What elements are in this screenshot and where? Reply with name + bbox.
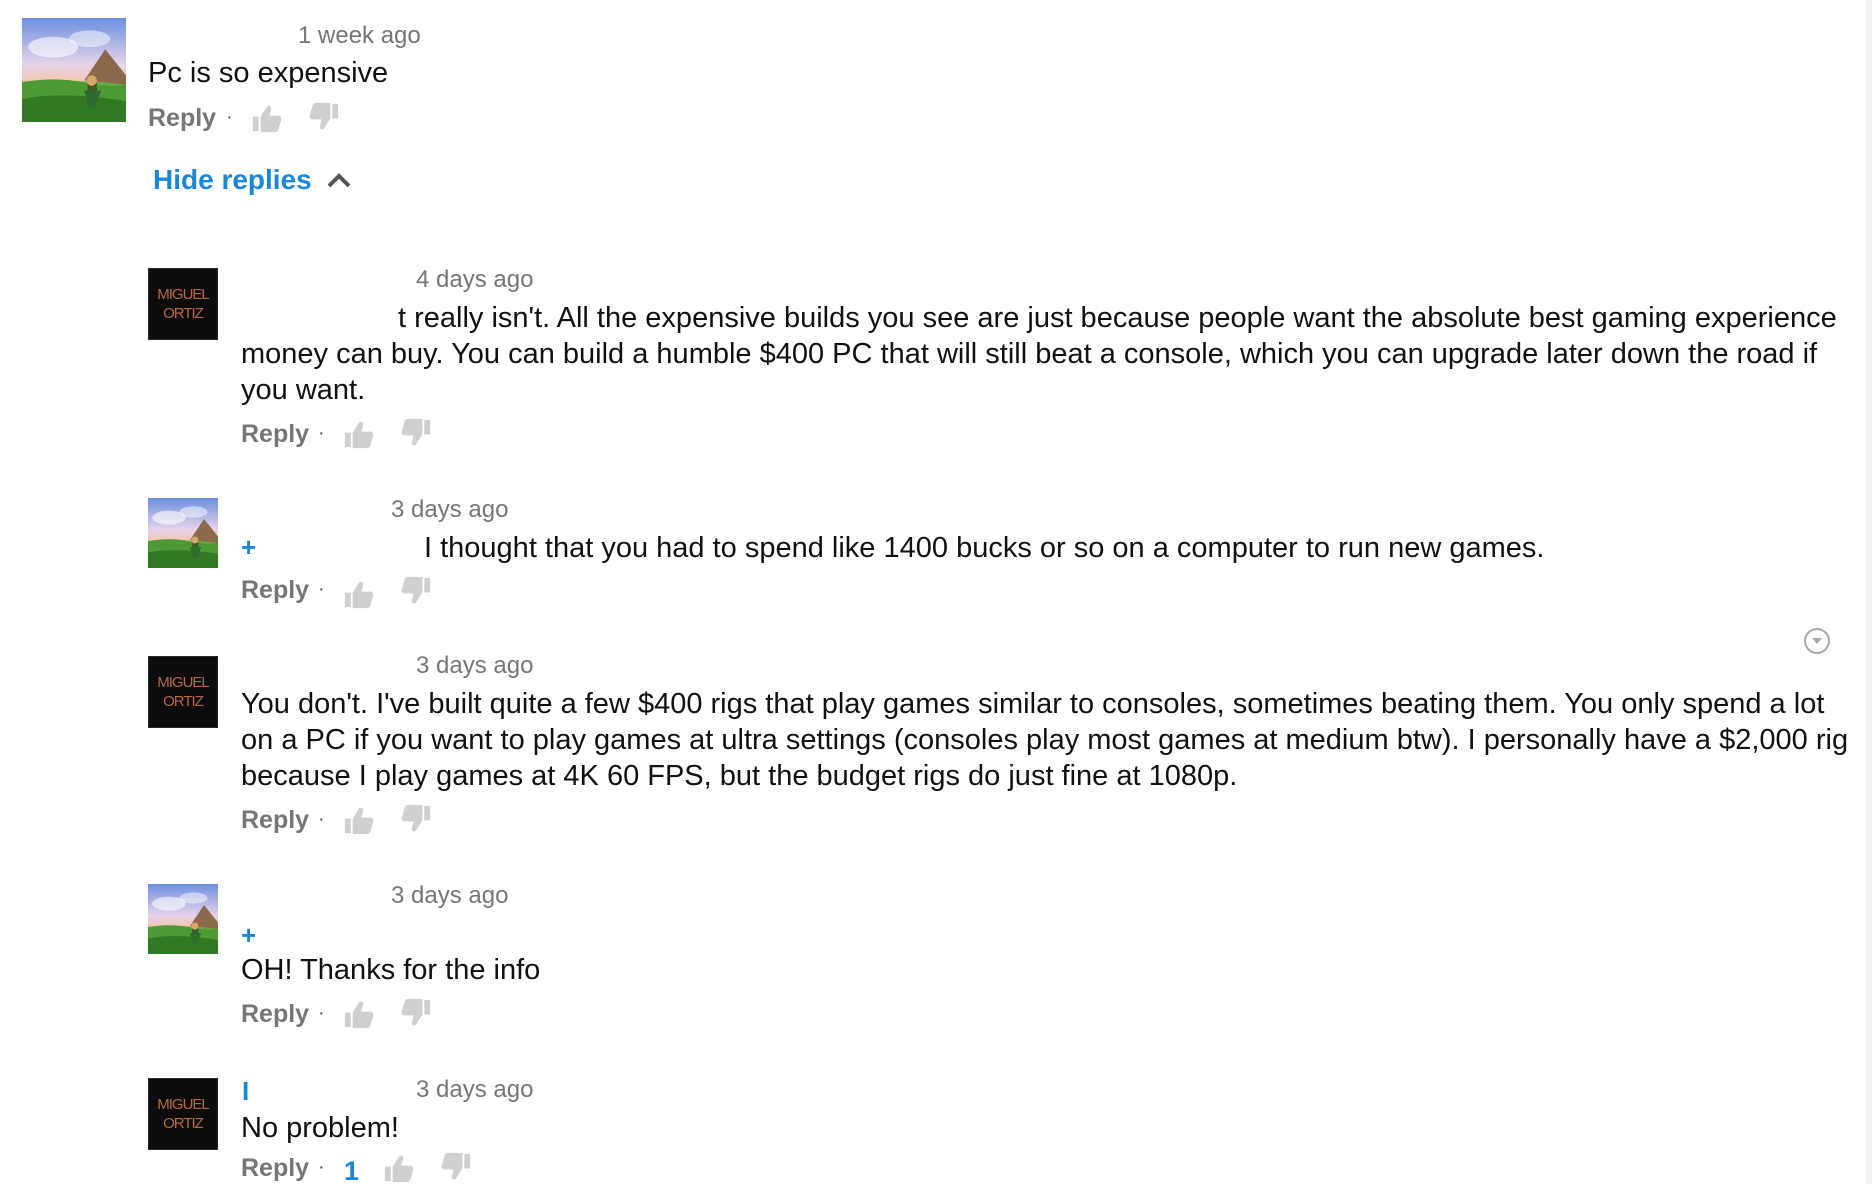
thumbs-up-icon[interactable] xyxy=(250,102,284,136)
comment-timestamp[interactable]: 3 days ago xyxy=(416,1076,533,1104)
thumbs-down-icon[interactable] xyxy=(400,996,434,1030)
avatar[interactable] xyxy=(148,498,218,568)
comment-menu-icon[interactable] xyxy=(1804,628,1830,654)
reply-button[interactable]: Reply xyxy=(241,1154,309,1183)
mention-link[interactable]: + xyxy=(241,920,256,951)
avatar-text: ORTIZ xyxy=(163,693,204,710)
thumbs-up-icon[interactable] xyxy=(382,1152,416,1186)
comment-text: t really isn't. All the expensive builds… xyxy=(398,302,1837,334)
separator-dot: · xyxy=(318,1156,325,1178)
comment-text: Pc is so expensive xyxy=(148,57,389,89)
reply-button[interactable]: Reply xyxy=(241,420,309,449)
reply-button[interactable]: Reply xyxy=(241,806,309,835)
hide-replies-label: Hide replies xyxy=(153,164,312,195)
avatar[interactable] xyxy=(148,884,218,954)
separator-dot: · xyxy=(318,808,325,830)
comment-text: You don't. I've built quite a few $400 r… xyxy=(241,688,1825,720)
avatar-text: MIGUEL xyxy=(157,1096,210,1113)
comment-text: you want. xyxy=(241,374,366,406)
separator-dot: · xyxy=(318,1002,325,1024)
reply-button[interactable]: Reply xyxy=(241,576,309,605)
reply-button[interactable]: Reply xyxy=(241,1000,309,1029)
comment-timestamp[interactable]: 3 days ago xyxy=(391,882,508,910)
thumbs-down-icon[interactable] xyxy=(308,100,342,134)
avatar-text: MIGUEL xyxy=(157,286,210,303)
scrollbar[interactable] xyxy=(1866,0,1872,1184)
comment-text: on a PC if you want to play games at ult… xyxy=(241,724,1849,756)
separator-dot: · xyxy=(226,106,233,128)
comment-timestamp[interactable]: 3 days ago xyxy=(416,652,533,680)
separator-dot: · xyxy=(318,578,325,600)
chevron-up-icon xyxy=(327,173,351,188)
comment-text: No problem! xyxy=(241,1112,399,1144)
thumbs-up-icon[interactable] xyxy=(342,418,376,452)
thumbs-up-icon[interactable] xyxy=(342,578,376,612)
avatar[interactable]: MIGUEL ORTIZ xyxy=(148,1078,218,1150)
avatar[interactable]: MIGUEL ORTIZ xyxy=(148,656,218,728)
avatar-text: MIGUEL xyxy=(157,674,210,691)
mention-link[interactable]: I xyxy=(242,1076,249,1107)
chevron-down-icon xyxy=(1812,638,1822,644)
like-count: 1 xyxy=(344,1156,360,1186)
mention-link[interactable]: + xyxy=(241,532,256,563)
thumbs-down-icon[interactable] xyxy=(440,1150,474,1184)
comment-text: money can buy. You can build a humble $4… xyxy=(241,338,1818,370)
comment-timestamp[interactable]: 3 days ago xyxy=(391,496,508,524)
thumbs-up-icon[interactable] xyxy=(342,998,376,1032)
thumbs-up-icon[interactable] xyxy=(342,804,376,838)
thumbs-down-icon[interactable] xyxy=(400,574,434,608)
avatar-text: ORTIZ xyxy=(163,1115,204,1132)
comment-timestamp[interactable]: 1 week ago xyxy=(298,22,421,50)
reply-button[interactable]: Reply xyxy=(148,104,216,133)
comment-text: because I play games at 4K 60 FPS, but t… xyxy=(241,760,1238,792)
hide-replies-toggle[interactable]: Hide replies xyxy=(153,164,352,196)
avatar[interactable] xyxy=(22,18,126,122)
comment-text: OH! Thanks for the info xyxy=(241,954,541,986)
comment-text: I thought that you had to spend like 140… xyxy=(424,532,1545,564)
thumbs-down-icon[interactable] xyxy=(400,802,434,836)
separator-dot: · xyxy=(318,422,325,444)
avatar[interactable]: MIGUEL ORTIZ xyxy=(148,268,218,340)
thumbs-down-icon[interactable] xyxy=(400,416,434,450)
avatar-text: ORTIZ xyxy=(163,305,204,322)
comment-timestamp[interactable]: 4 days ago xyxy=(416,266,533,294)
